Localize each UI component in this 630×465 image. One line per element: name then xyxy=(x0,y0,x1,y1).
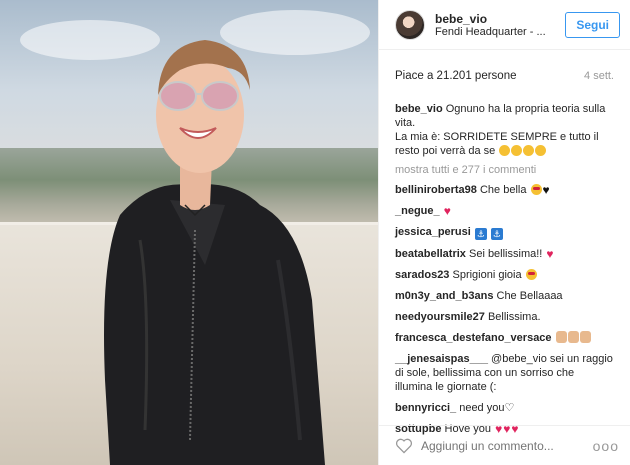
smile-emoji-icon xyxy=(523,145,535,156)
comment-user[interactable]: needyoursmile27 xyxy=(395,311,485,323)
header-location[interactable]: Fendi Headquarter - ... xyxy=(435,26,555,38)
comment-user[interactable]: _negue_ xyxy=(395,205,440,217)
header-username[interactable]: bebe_vio xyxy=(435,12,565,26)
comment-user[interactable]: sarados23 xyxy=(395,269,449,281)
comment-user[interactable]: m0n3y_and_b3ans xyxy=(395,290,493,302)
smile-emoji-icon xyxy=(511,145,523,156)
smile-emoji-icon xyxy=(499,145,511,156)
caption: bebe_vio Ognuno ha la propria teoria sul… xyxy=(395,102,614,158)
wink-emoji-icon xyxy=(535,145,547,156)
post-sidebar: bebe_vio Fendi Headquarter - ... Segui P… xyxy=(378,0,630,465)
anchor-icon: ⚓ xyxy=(490,228,503,240)
comment: jessica_perusi ⚓ ⚓ xyxy=(395,225,614,240)
comment: francesca_destefano_versace xyxy=(395,331,614,345)
follow-button[interactable]: Segui xyxy=(565,11,620,38)
comment: _negue_ ♥ xyxy=(395,204,614,218)
comment: beatabellatrix Sei bellissima!! ♥ xyxy=(395,247,614,261)
comment-text: Sei bellissima!! xyxy=(468,248,543,260)
comment-input[interactable] xyxy=(421,438,593,453)
comments-list: bebe_vio Ognuno ha la propria teoria sul… xyxy=(379,96,630,451)
comment-user[interactable]: francesca_destefano_versace xyxy=(395,332,552,344)
comment-user[interactable]: __jenesaispas___ xyxy=(395,353,488,365)
more-options-icon[interactable]: ooo xyxy=(593,438,619,454)
comment: bennyricci_ need you♡ xyxy=(395,401,614,415)
comment-text: Che Bellaaaa xyxy=(496,290,563,302)
comment-text: Sprigioni gioia xyxy=(452,269,522,281)
post-time[interactable]: 4 sett. xyxy=(584,70,614,96)
comment-user[interactable]: beatabellatrix xyxy=(395,248,466,260)
comment-user[interactable]: jessica_perusi xyxy=(395,226,471,238)
heart-eyes-emoji-icon xyxy=(525,269,537,280)
broken-heart-icon: ♥ xyxy=(443,204,451,218)
thumbs-up-icon xyxy=(567,331,579,343)
person-figure xyxy=(104,40,325,465)
load-more-comments[interactable]: mostra tutti e 277 i commenti xyxy=(395,164,614,176)
comment: needyoursmile27 Bellissima. xyxy=(395,310,614,324)
comment-text: Bellissima. xyxy=(487,311,541,323)
heart-eyes-emoji-icon xyxy=(530,184,542,195)
comment: sarados23 Sprigioni gioia xyxy=(395,268,614,282)
comment: belliniroberta98 Che bella ♥ xyxy=(395,183,614,197)
comment: m0n3y_and_b3ans Che Bellaaaa xyxy=(395,289,614,303)
black-heart-icon: ♥ xyxy=(542,183,550,197)
likes-count[interactable]: Piace a 21.201 persone xyxy=(395,70,516,96)
caption-text-2: La mia è: SORRIDETE SEMPRE e tutto il re… xyxy=(395,131,599,157)
comment-user[interactable]: bennyricci_ xyxy=(395,402,456,414)
like-heart-icon[interactable] xyxy=(395,438,413,454)
comment-text: need you♡ xyxy=(459,402,515,414)
comment: __jenesaispas___ @bebe_vio sei un raggio… xyxy=(395,352,614,394)
thumbs-up-icon xyxy=(579,331,591,343)
comment-footer: ooo xyxy=(379,425,630,465)
comment-text: Che bella xyxy=(479,184,527,196)
likes-row: Piace a 21.201 persone 4 sett. xyxy=(379,50,630,96)
anchor-icon: ⚓ xyxy=(474,228,487,240)
comment-user[interactable]: belliniroberta98 xyxy=(395,184,477,196)
header-text: bebe_vio Fendi Headquarter - ... xyxy=(435,12,565,38)
heart-icon: ♥ xyxy=(546,247,554,261)
post-photo[interactable] xyxy=(0,0,378,465)
instagram-post: bebe_vio Fendi Headquarter - ... Segui P… xyxy=(0,0,630,465)
caption-user[interactable]: bebe_vio xyxy=(395,103,443,115)
post-header: bebe_vio Fendi Headquarter - ... Segui xyxy=(379,0,630,50)
thumbs-up-icon xyxy=(555,331,567,343)
avatar[interactable] xyxy=(395,9,425,40)
